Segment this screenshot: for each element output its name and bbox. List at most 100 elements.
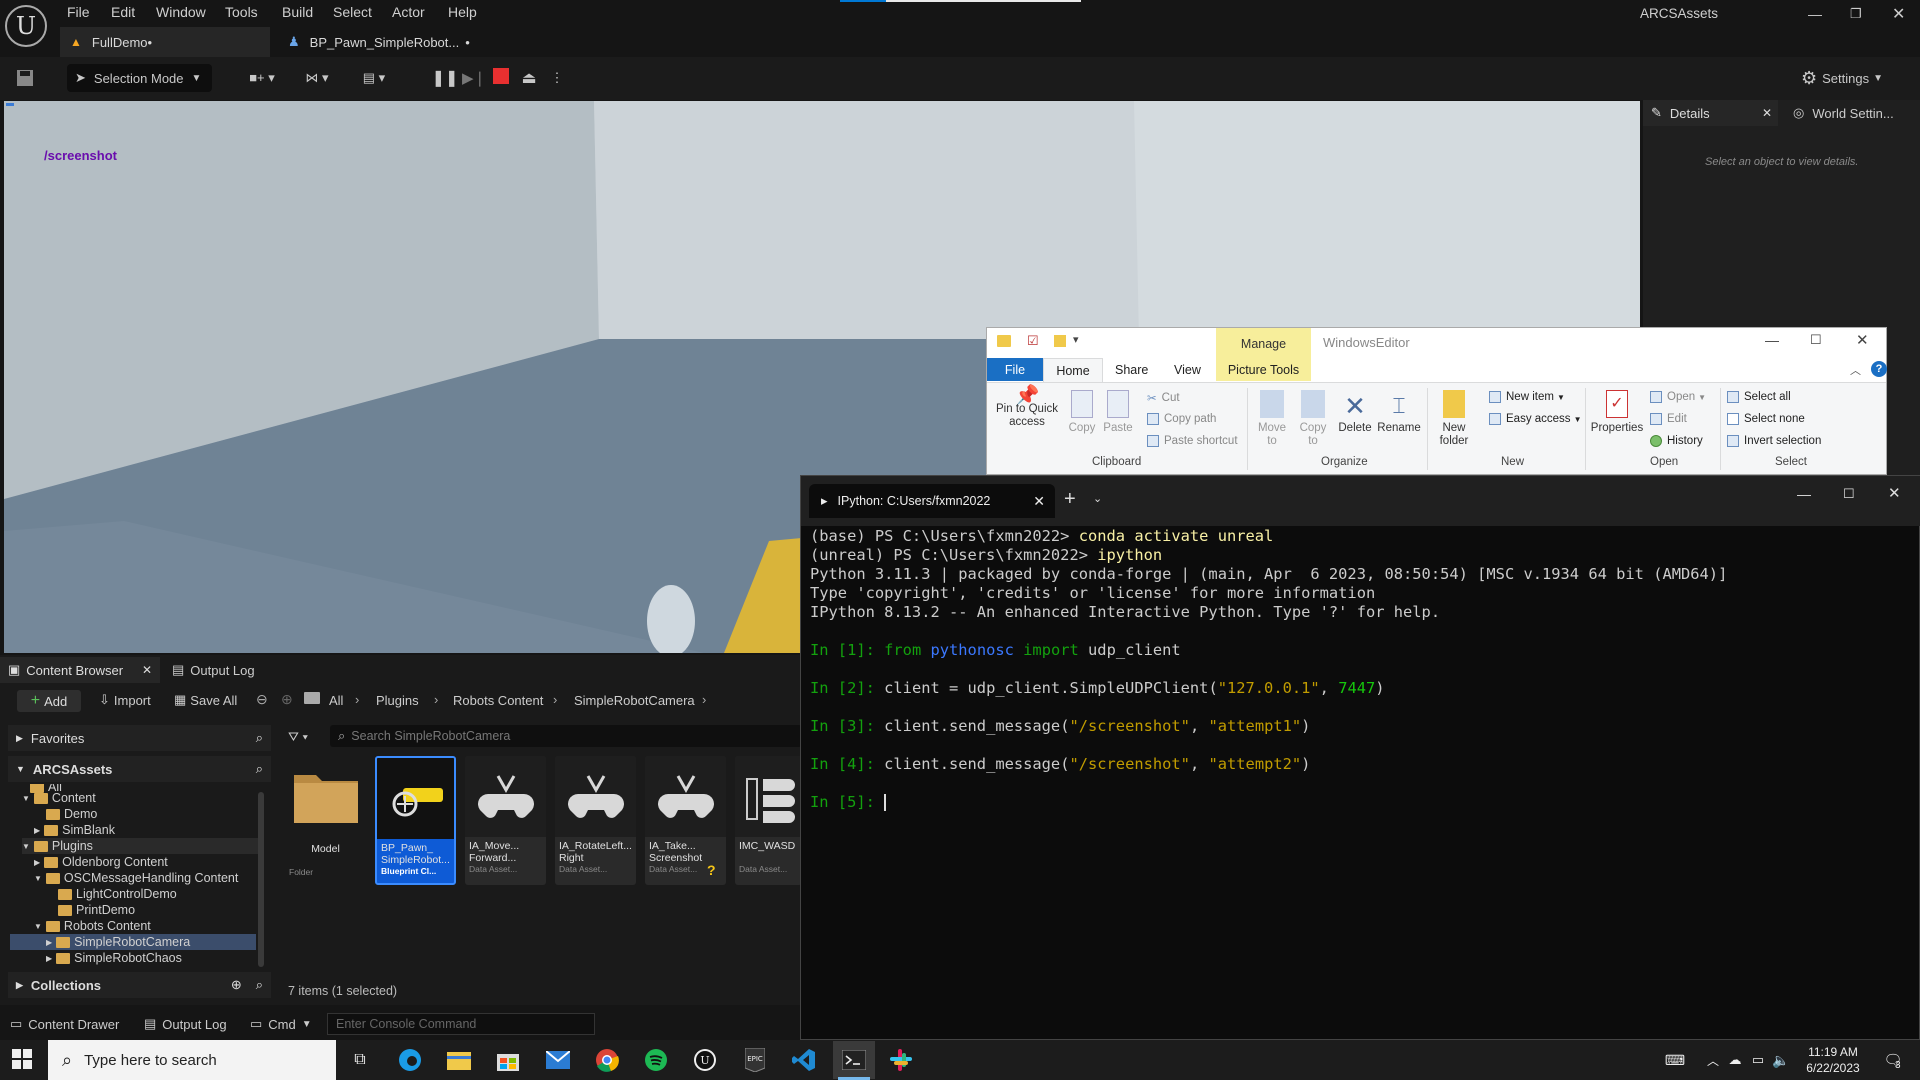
copy-path-button[interactable]: Copy path [1147,413,1216,425]
save-all-button[interactable]: ▦ Save All [174,692,237,708]
volume-icon[interactable]: 🔈 [1771,1045,1791,1075]
new-folder-quick-icon[interactable] [1054,335,1066,347]
delete-button[interactable]: ✕ Delete [1335,390,1375,435]
add-collection-icon[interactable]: ⊕ [231,977,242,993]
console-command-input[interactable]: Enter Console Command [327,1013,595,1035]
taskbar-clock[interactable]: 11:19 AM 6/22/2023 [1797,1044,1869,1076]
onedrive-icon[interactable]: ☁ [1725,1045,1745,1075]
favorites-section[interactable]: ▶ Favorites ⌕ [8,725,271,751]
collections-section[interactable]: ▶ Collections ⊕ ⌕ [8,972,271,998]
save-icon[interactable] [13,66,37,90]
asset-tile-model-folder[interactable]: Model Folder [285,756,366,885]
tree-scrollbar[interactable] [258,792,264,967]
tab-world-settings[interactable]: ◎ World Settin... [1785,100,1915,126]
asset-search-input[interactable]: ⌕ Search SimpleRobotCamera [330,725,802,747]
file-explorer-icon[interactable] [444,1045,474,1075]
close-icon[interactable]: ✕ [1888,484,1901,502]
tree-item-printdemo[interactable]: PrintDemo [58,902,135,918]
search-icon[interactable]: ⌕ [256,730,263,746]
minimize-icon[interactable]: — [1797,486,1811,502]
terminal-window[interactable]: ▸ IPython: C:Users/fxmn2022 ✕ + ⌄ — ☐ ✕ … [800,475,1920,1040]
new-item-button[interactable]: New item ▼ [1489,391,1565,403]
edit-button[interactable]: Edit [1650,413,1687,425]
tab-details[interactable]: ✎ Details ✕ [1643,100,1778,126]
slack-icon[interactable] [886,1045,916,1075]
copy-to-button[interactable]: Copy to [1296,390,1330,448]
mail-icon[interactable] [543,1045,573,1075]
cmd-dropdown[interactable]: ▭ Cmd ▼ [250,1016,312,1032]
paste-button[interactable]: Paste [1101,390,1135,435]
asset-tile-ia-rotate[interactable]: IA_RotateLeft... Right Data Asset... [555,756,636,885]
forward-icon[interactable]: ⊕ [281,691,293,708]
add-actor-icon[interactable]: ■+ ▾ [244,67,280,89]
close-icon[interactable]: ✕ [1033,493,1045,510]
tree-item-lightcontroldemo[interactable]: LightControlDemo [58,886,177,902]
tree-item-content[interactable]: ▼ Content [22,790,96,806]
restore-icon[interactable]: ❐ [1850,6,1862,22]
asset-tile-ia-move[interactable]: IA_Move... Forward... Data Asset... [465,756,546,885]
ribbon-tab-share[interactable]: Share [1115,363,1148,377]
ribbon-tab-file[interactable]: File [987,358,1043,381]
history-button[interactable]: History [1650,435,1703,447]
settings-button[interactable]: ⚙ Settings ▼ [1782,67,1902,89]
menu-edit[interactable]: Edit [111,4,135,20]
asset-tile-bp-pawn[interactable]: BP_Pawn_ SimpleRobot... Blueprint Cl... [375,756,456,885]
cut-button[interactable]: ✂ Cut [1147,391,1180,405]
minimize-icon[interactable]: — [1765,332,1779,348]
rename-button[interactable]: ⌶ Rename [1377,390,1421,435]
menu-build[interactable]: Build [282,4,313,20]
arcsassets-section[interactable]: ▼ ARCSAssets ⌕ [8,756,271,782]
select-all-button[interactable]: Select all [1727,391,1791,403]
open-button[interactable]: Open ▼ [1650,391,1706,403]
minimize-icon[interactable]: — [1808,6,1822,22]
tree-item-oscmessagehandling[interactable]: ▼ OSCMessageHandling Content [34,870,238,886]
spotify-icon[interactable] [641,1045,671,1075]
output-log-button[interactable]: ▤ Output Log [144,1016,227,1032]
filter-icon[interactable]: ⛛ ▾ [288,729,308,745]
blueprint-menu-icon[interactable]: ⋈ ▾ [298,67,336,89]
tab-blueprint[interactable]: ♟ BP_Pawn_SimpleRobot... • [278,27,478,57]
selection-mode-dropdown[interactable]: ➤ Selection Mode ▼ [67,64,212,92]
menu-select[interactable]: Select [333,4,372,20]
breadcrumb-plugins[interactable]: Plugins [376,693,419,708]
step-icon[interactable]: ▶❘ [462,67,486,89]
tree-item-oldenborg[interactable]: ▶ Oldenborg Content [34,854,168,870]
tree-item-robots-content[interactable]: ▼ Robots Content [34,918,151,934]
notifications-icon[interactable]: 🗨 [1878,1045,1908,1075]
ribbon-tab-home[interactable]: Home [1043,358,1103,383]
tree-item-demo[interactable]: Demo [46,806,97,822]
task-view-icon[interactable]: ⧉ [345,1045,375,1075]
properties-button[interactable]: ✓ Properties [1589,390,1645,435]
close-icon[interactable]: ✕ [1762,106,1772,120]
add-button[interactable]: + Add [17,690,81,712]
epic-games-icon[interactable]: EPIC [740,1045,770,1075]
unreal-logo-icon[interactable]: U [5,5,47,47]
close-icon[interactable]: ✕ [1856,331,1869,349]
tree-item-plugins[interactable]: ▼ Plugins [22,838,258,854]
collapse-ribbon-icon[interactable]: ︿ [1850,362,1861,378]
menu-actor[interactable]: Actor [392,4,425,20]
stop-icon[interactable] [493,68,509,84]
chevron-up-icon[interactable]: ︿ [1703,1045,1723,1075]
windows-start-icon[interactable] [12,1049,32,1069]
tab-output-log[interactable]: ▤ Output Log [172,657,272,683]
new-tab-icon[interactable]: + [1064,488,1076,511]
menu-help[interactable]: Help [448,4,477,20]
terminal-taskbar-icon[interactable] [833,1041,875,1079]
tree-item-simplerobotchaos[interactable]: ▶ SimpleRobotChaos [46,950,182,966]
breadcrumb-simplerobotcamera[interactable]: SimpleRobotCamera [574,693,695,708]
search-icon[interactable]: ⌕ [256,977,263,993]
tab-content-browser[interactable]: ▣ Content Browser ✕ [0,657,160,683]
menu-window[interactable]: Window [156,4,206,20]
menu-file[interactable]: File [67,4,90,20]
cinematics-icon[interactable]: ▤ ▾ [354,67,394,89]
invert-selection-button[interactable]: Invert selection [1727,435,1821,447]
import-button[interactable]: ⇩ Import [99,692,151,708]
easy-access-button[interactable]: Easy access ▼ [1489,413,1581,425]
keyboard-icon[interactable]: ⌨ [1660,1045,1690,1075]
chrome-icon[interactable] [592,1045,622,1075]
asset-tile-ia-take-screenshot[interactable]: IA_Take... Screenshot Data Asset... ? [645,756,726,885]
maximize-icon[interactable]: ☐ [1843,486,1855,502]
move-to-button[interactable]: Move to [1255,390,1289,448]
asset-tile-imc-wasd[interactable]: IMC_WASD Data Asset... [735,756,802,885]
